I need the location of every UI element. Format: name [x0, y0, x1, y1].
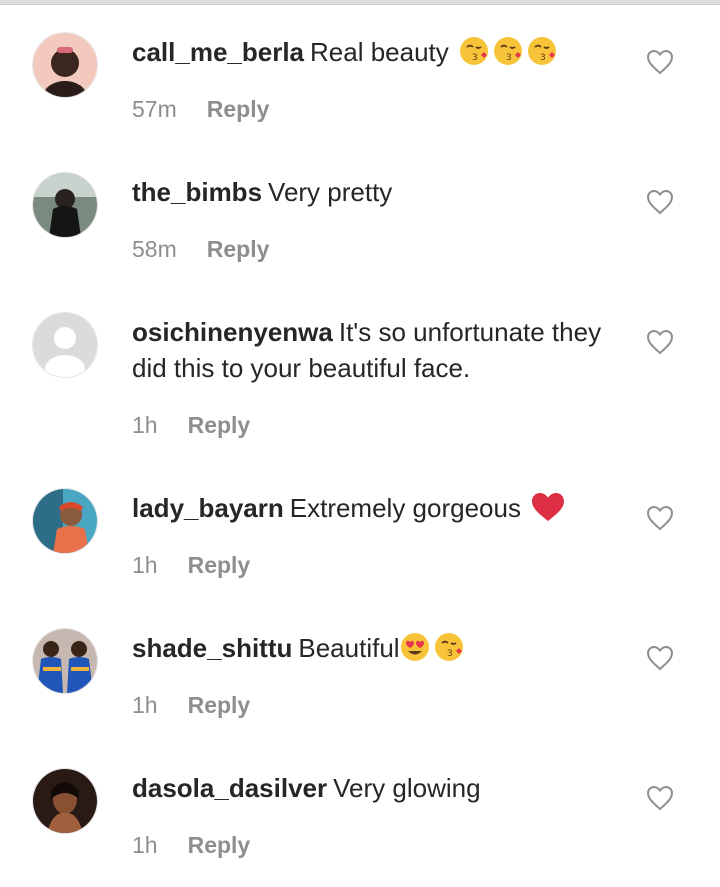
- reply-button[interactable]: Reply: [188, 832, 251, 858]
- comment-time: 58m: [132, 236, 177, 262]
- kiss-emoji: 3: [459, 36, 489, 66]
- comment-time: 57m: [132, 96, 177, 122]
- comment-meta: 1h Reply: [132, 832, 250, 859]
- comment-username[interactable]: the_bimbs: [132, 177, 262, 207]
- comment-username[interactable]: shade_shittu: [132, 633, 292, 663]
- like-heart-icon[interactable]: [646, 49, 674, 75]
- reply-button[interactable]: Reply: [207, 96, 270, 122]
- comment-text: shade_shittu Beautiful 3: [132, 630, 602, 666]
- svg-text:3: 3: [472, 53, 478, 63]
- comment-text: dasola_dasilver Very glowing: [132, 770, 602, 806]
- avatar[interactable]: [32, 768, 98, 834]
- comment-username[interactable]: osichinenyenwa: [132, 317, 333, 347]
- comment-body: Beautiful: [298, 633, 400, 663]
- svg-text:3: 3: [447, 649, 453, 659]
- comment-text: lady_bayarn Extremely gorgeous: [132, 490, 602, 526]
- comment-time: 1h: [132, 552, 158, 578]
- reply-button[interactable]: Reply: [188, 692, 251, 718]
- svg-text:3: 3: [506, 53, 512, 63]
- reply-button[interactable]: Reply: [207, 236, 270, 262]
- avatar[interactable]: [32, 172, 98, 238]
- avatar[interactable]: [32, 32, 98, 98]
- comment-body: Very pretty: [268, 177, 393, 207]
- comment-meta: 1h Reply: [132, 552, 250, 579]
- comment-body: Extremely gorgeous: [289, 493, 521, 523]
- comment-meta: 1h Reply: [132, 692, 250, 719]
- heart-eyes-emoji: [400, 632, 430, 662]
- kiss-emoji: 3: [527, 36, 557, 66]
- comment-time: 1h: [132, 832, 158, 858]
- comment-time: 1h: [132, 692, 158, 718]
- comment-text: the_bimbs Very pretty: [132, 174, 602, 210]
- comment-text: call_me_berla Real beauty 3 3 3: [132, 34, 602, 70]
- comment-username[interactable]: call_me_berla: [132, 37, 304, 67]
- red-heart-emoji: [531, 492, 565, 522]
- like-heart-icon[interactable]: [646, 645, 674, 671]
- like-heart-icon[interactable]: [646, 505, 674, 531]
- comment-meta: 57m Reply: [132, 96, 269, 123]
- svg-text:3: 3: [540, 53, 546, 63]
- default-avatar-icon[interactable]: [32, 312, 98, 378]
- top-divider: [0, 0, 720, 5]
- comment-text: osichinenyenwa It's so unfortunate they d…: [132, 314, 602, 386]
- kiss-emoji: 3: [434, 632, 464, 662]
- comment-username[interactable]: dasola_dasilver: [132, 773, 327, 803]
- kiss-emoji: 3: [493, 36, 523, 66]
- comment-meta: 58m Reply: [132, 236, 269, 263]
- reply-button[interactable]: Reply: [188, 412, 251, 438]
- avatar[interactable]: [32, 488, 98, 554]
- comment-body: Real beauty: [310, 37, 449, 67]
- reply-button[interactable]: Reply: [188, 552, 251, 578]
- like-heart-icon[interactable]: [646, 785, 674, 811]
- comment-time: 1h: [132, 412, 158, 438]
- comment-body: Very glowing: [333, 773, 481, 803]
- avatar[interactable]: [32, 628, 98, 694]
- comment-meta: 1h Reply: [132, 412, 250, 439]
- like-heart-icon[interactable]: [646, 329, 674, 355]
- like-heart-icon[interactable]: [646, 189, 674, 215]
- comment-username[interactable]: lady_bayarn: [132, 493, 284, 523]
